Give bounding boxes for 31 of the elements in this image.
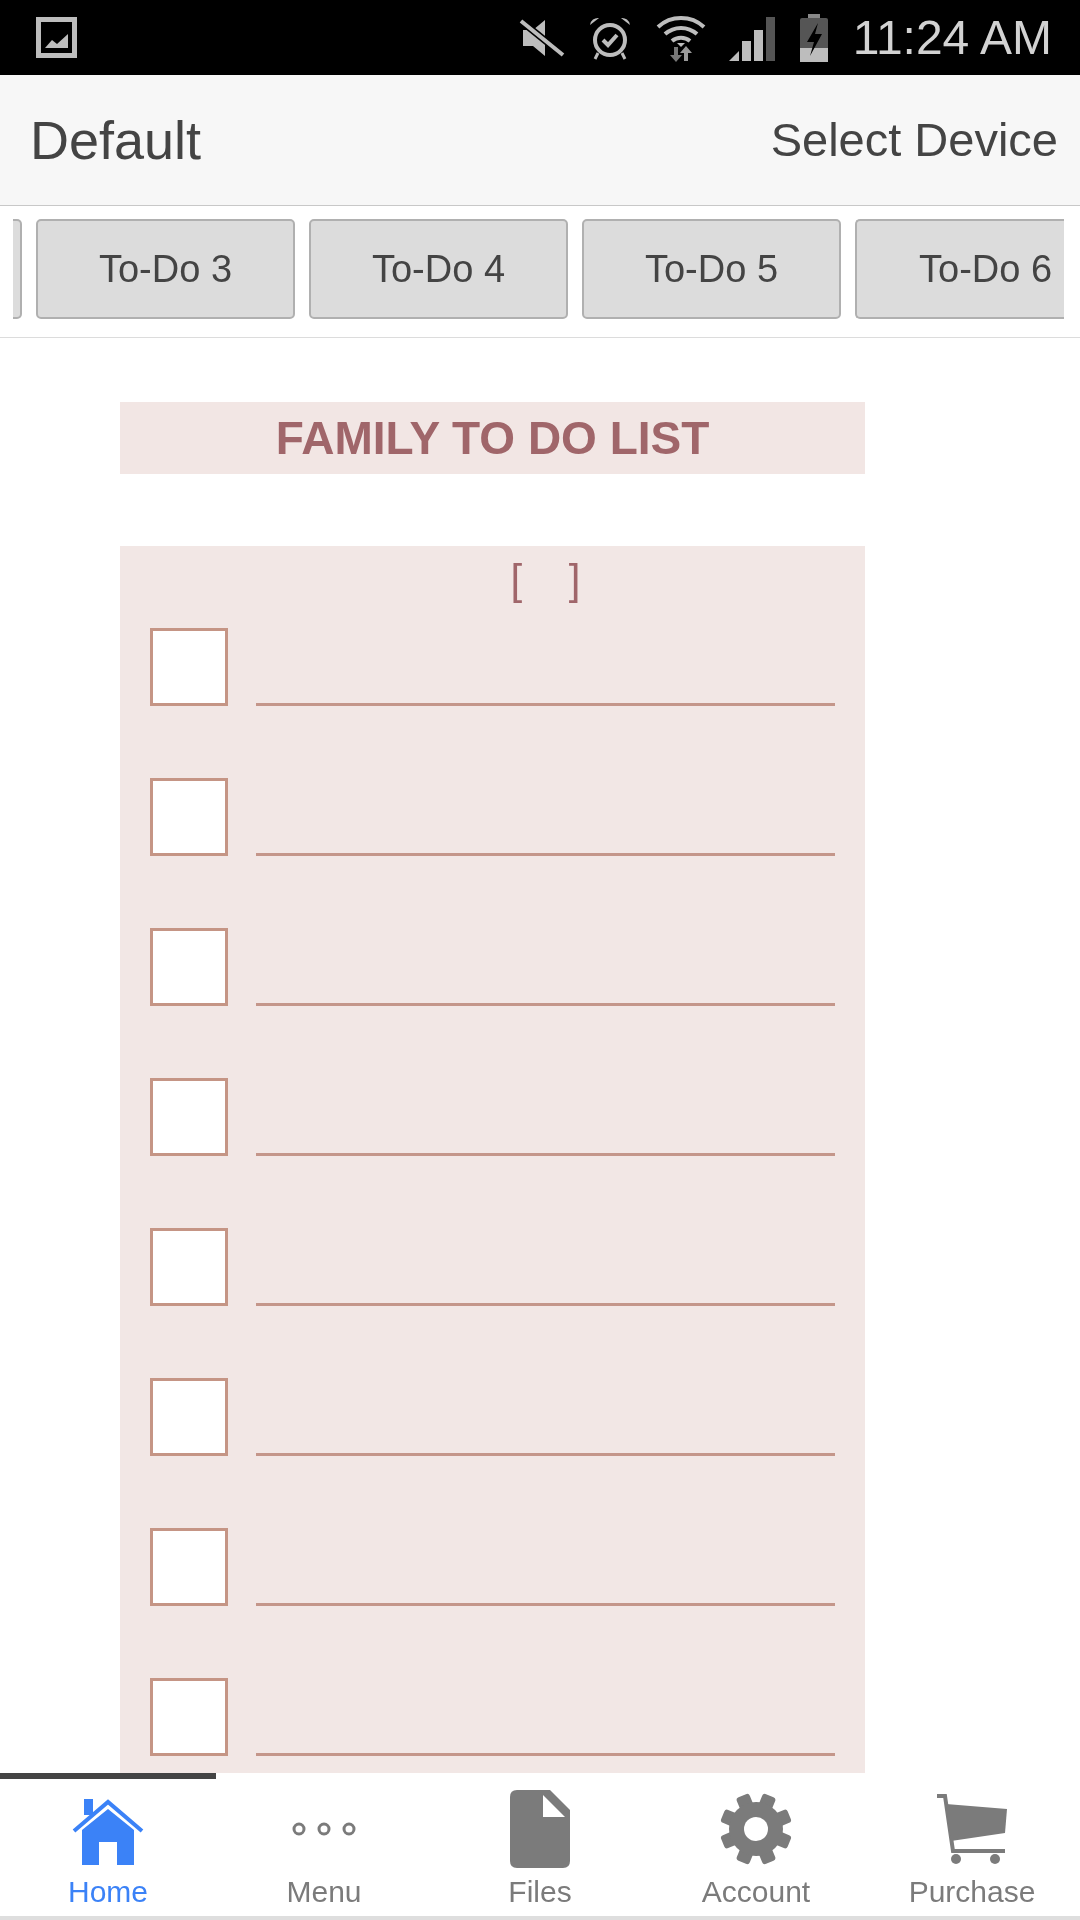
checkbox[interactable]	[150, 1378, 228, 1456]
checkbox[interactable]	[150, 1228, 228, 1306]
nav-label: Home	[68, 1875, 148, 1909]
mute-icon	[516, 16, 565, 59]
battery-icon	[798, 13, 829, 62]
cart-icon	[935, 1793, 1009, 1865]
checkbox[interactable]	[150, 1078, 228, 1156]
tab-button[interactable]: To-Do 5	[582, 219, 841, 319]
dots-icon	[292, 1822, 356, 1836]
tab-button[interactable]: To-Do 3	[36, 219, 295, 319]
checkbox[interactable]	[150, 928, 228, 1006]
nav-label: Purchase	[908, 1875, 1036, 1909]
nav-label: Files	[508, 1875, 572, 1909]
tab-edge[interactable]	[13, 219, 22, 319]
checkbox[interactable]	[150, 628, 228, 706]
list-title: FAMILY TO DO LIST	[120, 402, 865, 474]
checkbox[interactable]	[150, 1528, 228, 1606]
page-title: Default	[30, 109, 202, 172]
tab-button[interactable]: To-Do 4	[309, 219, 568, 319]
checkbox[interactable]	[150, 778, 228, 856]
image-icon	[36, 17, 77, 58]
nav-label: Menu	[286, 1875, 362, 1909]
file-icon	[510, 1790, 570, 1868]
select-device-link[interactable]: Select Device	[770, 112, 1058, 168]
checkbox[interactable]	[150, 1678, 228, 1756]
bracket-text: [ ]	[510, 556, 581, 604]
gear-icon	[720, 1793, 792, 1865]
nav-label: Account	[701, 1875, 811, 1909]
signal-icon	[728, 14, 777, 61]
status-time: 11:24 AM	[852, 9, 1052, 66]
tab-button[interactable]: To-Do 6	[855, 219, 1064, 319]
